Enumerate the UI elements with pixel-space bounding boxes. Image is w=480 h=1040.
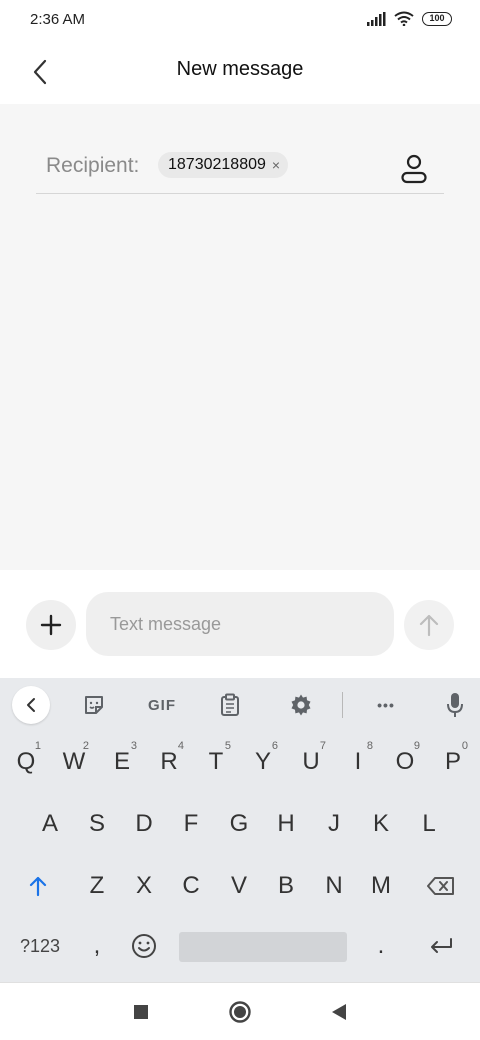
- key-b[interactable]: B: [263, 858, 309, 914]
- add-attachment-button[interactable]: [26, 600, 76, 650]
- back-nav-button[interactable]: [322, 997, 356, 1027]
- recipient-row: Recipient: 18730218809 ×: [36, 142, 444, 194]
- status-time: 2:36 AM: [30, 11, 86, 28]
- key-a[interactable]: A: [27, 796, 73, 852]
- battery-icon: 100: [422, 11, 452, 26]
- shift-key[interactable]: [15, 858, 61, 914]
- key-v[interactable]: V: [216, 858, 262, 914]
- key-h[interactable]: H: [263, 796, 309, 852]
- gear-icon: [291, 694, 311, 716]
- key-j[interactable]: J: [311, 796, 357, 852]
- square-icon: [134, 1005, 148, 1019]
- system-nav-bar: [0, 982, 480, 1040]
- key-t[interactable]: T5: [193, 734, 239, 790]
- soft-keyboard: GIF ••• Q1 W2 E3 R4 T5 Y 6 U 7 I 8 O 9 P…: [0, 678, 480, 982]
- backspace-key[interactable]: [418, 858, 464, 914]
- toolbar-divider: [342, 692, 343, 718]
- status-bar: 2:36 AM 100: [0, 0, 480, 42]
- signal-icon: [367, 11, 386, 26]
- key-s[interactable]: S: [74, 796, 120, 852]
- page-title: New message: [176, 58, 304, 80]
- key-r[interactable]: R4: [146, 734, 192, 790]
- recents-button[interactable]: [124, 997, 158, 1027]
- key-d[interactable]: D: [121, 796, 167, 852]
- chevron-left-icon: [27, 698, 35, 712]
- more-options-button[interactable]: •••: [366, 686, 406, 724]
- key-o[interactable]: O9: [382, 734, 428, 790]
- person-icon: [401, 154, 427, 184]
- plus-icon: [40, 614, 62, 636]
- key-w[interactable]: W2: [51, 734, 97, 790]
- key-n[interactable]: N: [311, 858, 357, 914]
- key-m[interactable]: M: [358, 858, 404, 914]
- remove-recipient-icon[interactable]: ×: [272, 158, 280, 172]
- compose-bar: [0, 570, 480, 678]
- sticker-icon: [85, 696, 103, 714]
- enter-icon: [431, 938, 452, 953]
- comma-key[interactable]: ,: [74, 918, 120, 974]
- settings-button[interactable]: [283, 686, 319, 724]
- emoji-icon: [132, 934, 156, 958]
- keyboard-toolbar: GIF •••: [0, 678, 480, 732]
- triangle-back-icon: [332, 1004, 346, 1020]
- key-c[interactable]: C: [168, 858, 214, 914]
- voice-input-button[interactable]: [440, 686, 470, 724]
- app-header: New message: [0, 42, 480, 104]
- recipient-chip-value: 18730218809: [168, 156, 266, 173]
- message-input[interactable]: [86, 592, 394, 656]
- key-u[interactable]: U7: [288, 734, 334, 790]
- key-i[interactable]: I8: [335, 734, 381, 790]
- key-f[interactable]: F: [168, 796, 214, 852]
- period-key[interactable]: .: [358, 918, 404, 974]
- arrow-up-icon: [419, 614, 439, 637]
- key-q[interactable]: Q1: [3, 734, 49, 790]
- enter-key[interactable]: [418, 918, 464, 974]
- key-x[interactable]: X: [121, 858, 167, 914]
- key-z[interactable]: Z: [74, 858, 120, 914]
- wifi-icon: [394, 11, 414, 26]
- key-g[interactable]: G: [216, 796, 262, 852]
- keyboard-collapse-button[interactable]: [12, 686, 50, 724]
- key-p[interactable]: P0: [430, 734, 476, 790]
- home-button[interactable]: [223, 997, 257, 1027]
- gif-button[interactable]: GIF: [140, 686, 184, 724]
- status-icons: 100: [366, 11, 452, 26]
- backspace-icon: [427, 877, 454, 895]
- sticker-button[interactable]: [76, 686, 112, 724]
- conversation-area: Recipient: 18730218809 ×: [0, 104, 480, 570]
- symbols-key[interactable]: ?123: [12, 918, 68, 974]
- gif-label: GIF: [148, 696, 176, 714]
- key-k[interactable]: K: [358, 796, 404, 852]
- emoji-key[interactable]: [121, 918, 167, 974]
- space-bar[interactable]: [179, 932, 347, 962]
- recipient-label: Recipient:: [46, 154, 140, 177]
- key-e[interactable]: E3: [99, 734, 145, 790]
- key-y[interactable]: Y6: [240, 734, 286, 790]
- clipboard-button[interactable]: [212, 686, 248, 724]
- circle-icon: [229, 1001, 251, 1023]
- microphone-icon: [447, 693, 463, 717]
- shift-arrow-icon: [29, 876, 47, 897]
- send-button[interactable]: [404, 600, 454, 650]
- clipboard-icon: [221, 693, 239, 716]
- contact-picker-button[interactable]: [398, 152, 430, 186]
- key-l[interactable]: L: [406, 796, 452, 852]
- recipient-chip[interactable]: 18730218809 ×: [158, 152, 289, 178]
